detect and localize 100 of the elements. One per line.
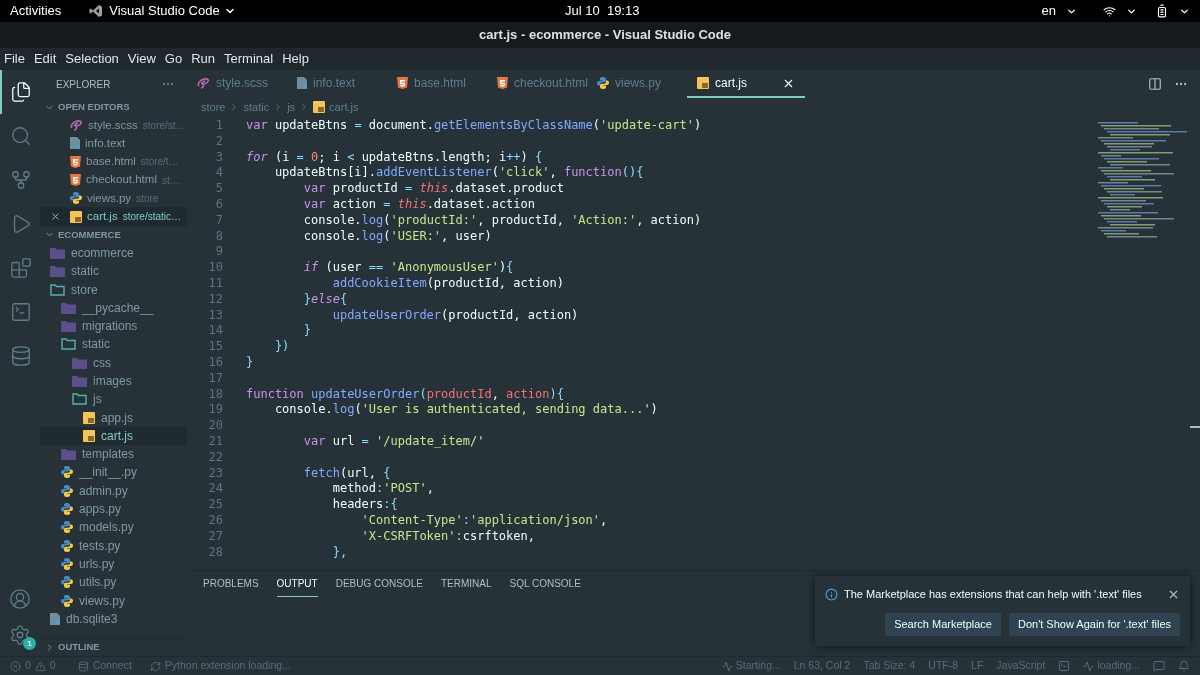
close-icon[interactable] — [49, 211, 61, 223]
tab-size[interactable]: Tab Size: 4 — [863, 658, 916, 674]
menu-item[interactable]: Selection — [65, 49, 119, 69]
bell-icon[interactable] — [1178, 660, 1190, 672]
tree-item[interactable]: static — [40, 335, 187, 354]
warning-icon[interactable] — [34, 660, 46, 672]
extensions-icon[interactable] — [10, 257, 32, 279]
file-name: style.scss — [88, 117, 138, 133]
folder-icon — [72, 375, 87, 387]
account-icon[interactable] — [9, 588, 31, 610]
language-indicator[interactable]: en — [1041, 1, 1056, 21]
section-header[interactable]: OUTLINE — [40, 638, 187, 656]
line-number: 21 — [207, 433, 223, 450]
tree-item[interactable]: views.py — [40, 591, 187, 610]
tree-item[interactable]: tests.py — [40, 536, 187, 555]
tree-item[interactable]: db.sqlite3 — [40, 609, 187, 628]
tree-item[interactable]: utils.py — [40, 573, 187, 592]
tree-item[interactable]: models.py — [40, 518, 187, 537]
code-line: addCookieItem(productId, action) — [331, 275, 564, 292]
tree-item[interactable]: __pycache__ — [40, 298, 187, 317]
editor-tab[interactable]: cart.js — [687, 70, 805, 98]
code-line: var updateBtns = document.getElementsByClassName('update-cart') — [246, 118, 702, 134]
notification-button[interactable]: Don't Show Again for '.text' files — [1008, 612, 1180, 636]
panel-tab[interactable]: OUTPUT — [276, 571, 318, 597]
battery-icon[interactable] — [1155, 4, 1169, 18]
line-number: 4 — [214, 165, 223, 182]
terminal-icon[interactable] — [10, 301, 32, 323]
breadcrumb-item[interactable]: static — [243, 98, 270, 116]
source-control-icon[interactable] — [10, 169, 32, 191]
network-icon[interactable] — [1103, 4, 1116, 18]
editor-tab[interactable]: checkout.html — [487, 70, 587, 98]
notification-button[interactable]: Search Marketplace — [885, 612, 1001, 636]
open-editor-item[interactable]: views.py store — [40, 189, 187, 208]
tree-item[interactable]: urls.py — [40, 554, 187, 574]
tree-item[interactable]: templates — [40, 445, 187, 464]
tree-item[interactable]: cart.js — [40, 426, 187, 446]
tree-item[interactable]: static — [40, 262, 187, 281]
pulse-icon — [1083, 660, 1095, 672]
breadcrumb-item[interactable]: cart.js — [329, 98, 359, 116]
tree-item[interactable]: admin.py — [40, 481, 187, 500]
menu-item[interactable]: View — [127, 49, 156, 69]
error-icon[interactable] — [10, 660, 21, 672]
line-number: 19 — [207, 402, 223, 419]
tree-item[interactable]: apps.py — [40, 499, 187, 519]
panel-tab[interactable]: DEBUG CONSOLE — [335, 571, 423, 597]
encoding[interactable]: UTF-8 — [928, 658, 959, 674]
tree-item[interactable]: images — [40, 371, 187, 391]
error-count[interactable]: 0 — [25, 658, 31, 674]
explorer-icon[interactable] — [10, 81, 32, 103]
panel-tab[interactable]: TERMINAL — [440, 571, 492, 597]
editor-tab[interactable]: info.text — [287, 70, 387, 98]
line-ending[interactable]: LF — [971, 658, 984, 674]
tree-item[interactable]: js — [40, 390, 187, 409]
editor-tab[interactable]: style.scss — [187, 70, 287, 98]
app-menu[interactable]: Visual Studio Code — [109, 1, 220, 21]
panel-tab[interactable]: SQL CONSOLE — [509, 571, 581, 597]
panel-tab[interactable]: PROBLEMS — [203, 571, 259, 597]
tree-item[interactable]: store — [40, 280, 187, 299]
python-file-icon — [597, 77, 609, 89]
activities-button[interactable]: Activities — [10, 1, 62, 21]
code-line: 'X-CSRFToken':csrftoken, — [360, 528, 535, 545]
editor-tab[interactable]: base.html — [387, 70, 487, 98]
database-icon[interactable] — [77, 660, 89, 672]
language-mode[interactable]: JavaScript — [996, 658, 1046, 674]
menu-item[interactable]: Terminal — [224, 49, 274, 69]
menu-item[interactable]: Help — [282, 49, 309, 69]
feedback-icon[interactable] — [1153, 660, 1165, 672]
settings-icon[interactable] — [9, 624, 31, 646]
open-editor-item[interactable]: info.text — [40, 134, 187, 153]
split-editor-icon[interactable] — [1148, 77, 1162, 91]
open-editor-item[interactable]: style.scss store/st… — [40, 116, 187, 135]
tree-item[interactable]: ecommerce — [40, 243, 187, 263]
line-number: 27 — [207, 528, 223, 545]
menu-item[interactable]: Go — [164, 49, 183, 69]
editor-tab[interactable]: views.py — [587, 70, 687, 98]
warning-count[interactable]: 0 — [49, 658, 56, 674]
code-line: }else{ — [302, 291, 348, 308]
open-editor-item[interactable]: checkout.html st… — [40, 170, 187, 190]
section-header[interactable]: ECOMMERCE — [40, 225, 187, 244]
breadcrumb-item[interactable]: store — [201, 98, 226, 116]
tree-item[interactable]: css — [40, 353, 187, 372]
menu-item[interactable]: Edit — [33, 49, 57, 69]
menu-item[interactable]: Run — [191, 49, 215, 69]
cursor-position[interactable]: Ln 63, Col 2 — [793, 658, 851, 674]
connect-status[interactable]: Connect — [92, 658, 132, 674]
open-editor-item[interactable]: base.html store/t… — [40, 152, 187, 171]
open-editor-item[interactable]: cart.js store/static… — [40, 207, 187, 226]
clock[interactable]: Jul 10 19:13 — [565, 1, 640, 21]
search-icon[interactable] — [10, 125, 32, 147]
tree-item[interactable]: app.js — [40, 408, 187, 427]
sass-file-icon — [197, 77, 210, 89]
line-number: 11 — [207, 275, 223, 292]
tree-item[interactable]: __init__.py — [40, 463, 187, 482]
breadcrumb-item[interactable]: js — [287, 98, 296, 116]
menu-item[interactable]: File — [4, 49, 25, 69]
tree-item[interactable]: migrations — [40, 316, 187, 336]
line-number: 8 — [214, 228, 223, 245]
section-header[interactable]: OPEN EDITORS — [40, 98, 187, 116]
database-icon[interactable] — [10, 345, 32, 367]
terminal-icon[interactable] — [1058, 660, 1071, 672]
